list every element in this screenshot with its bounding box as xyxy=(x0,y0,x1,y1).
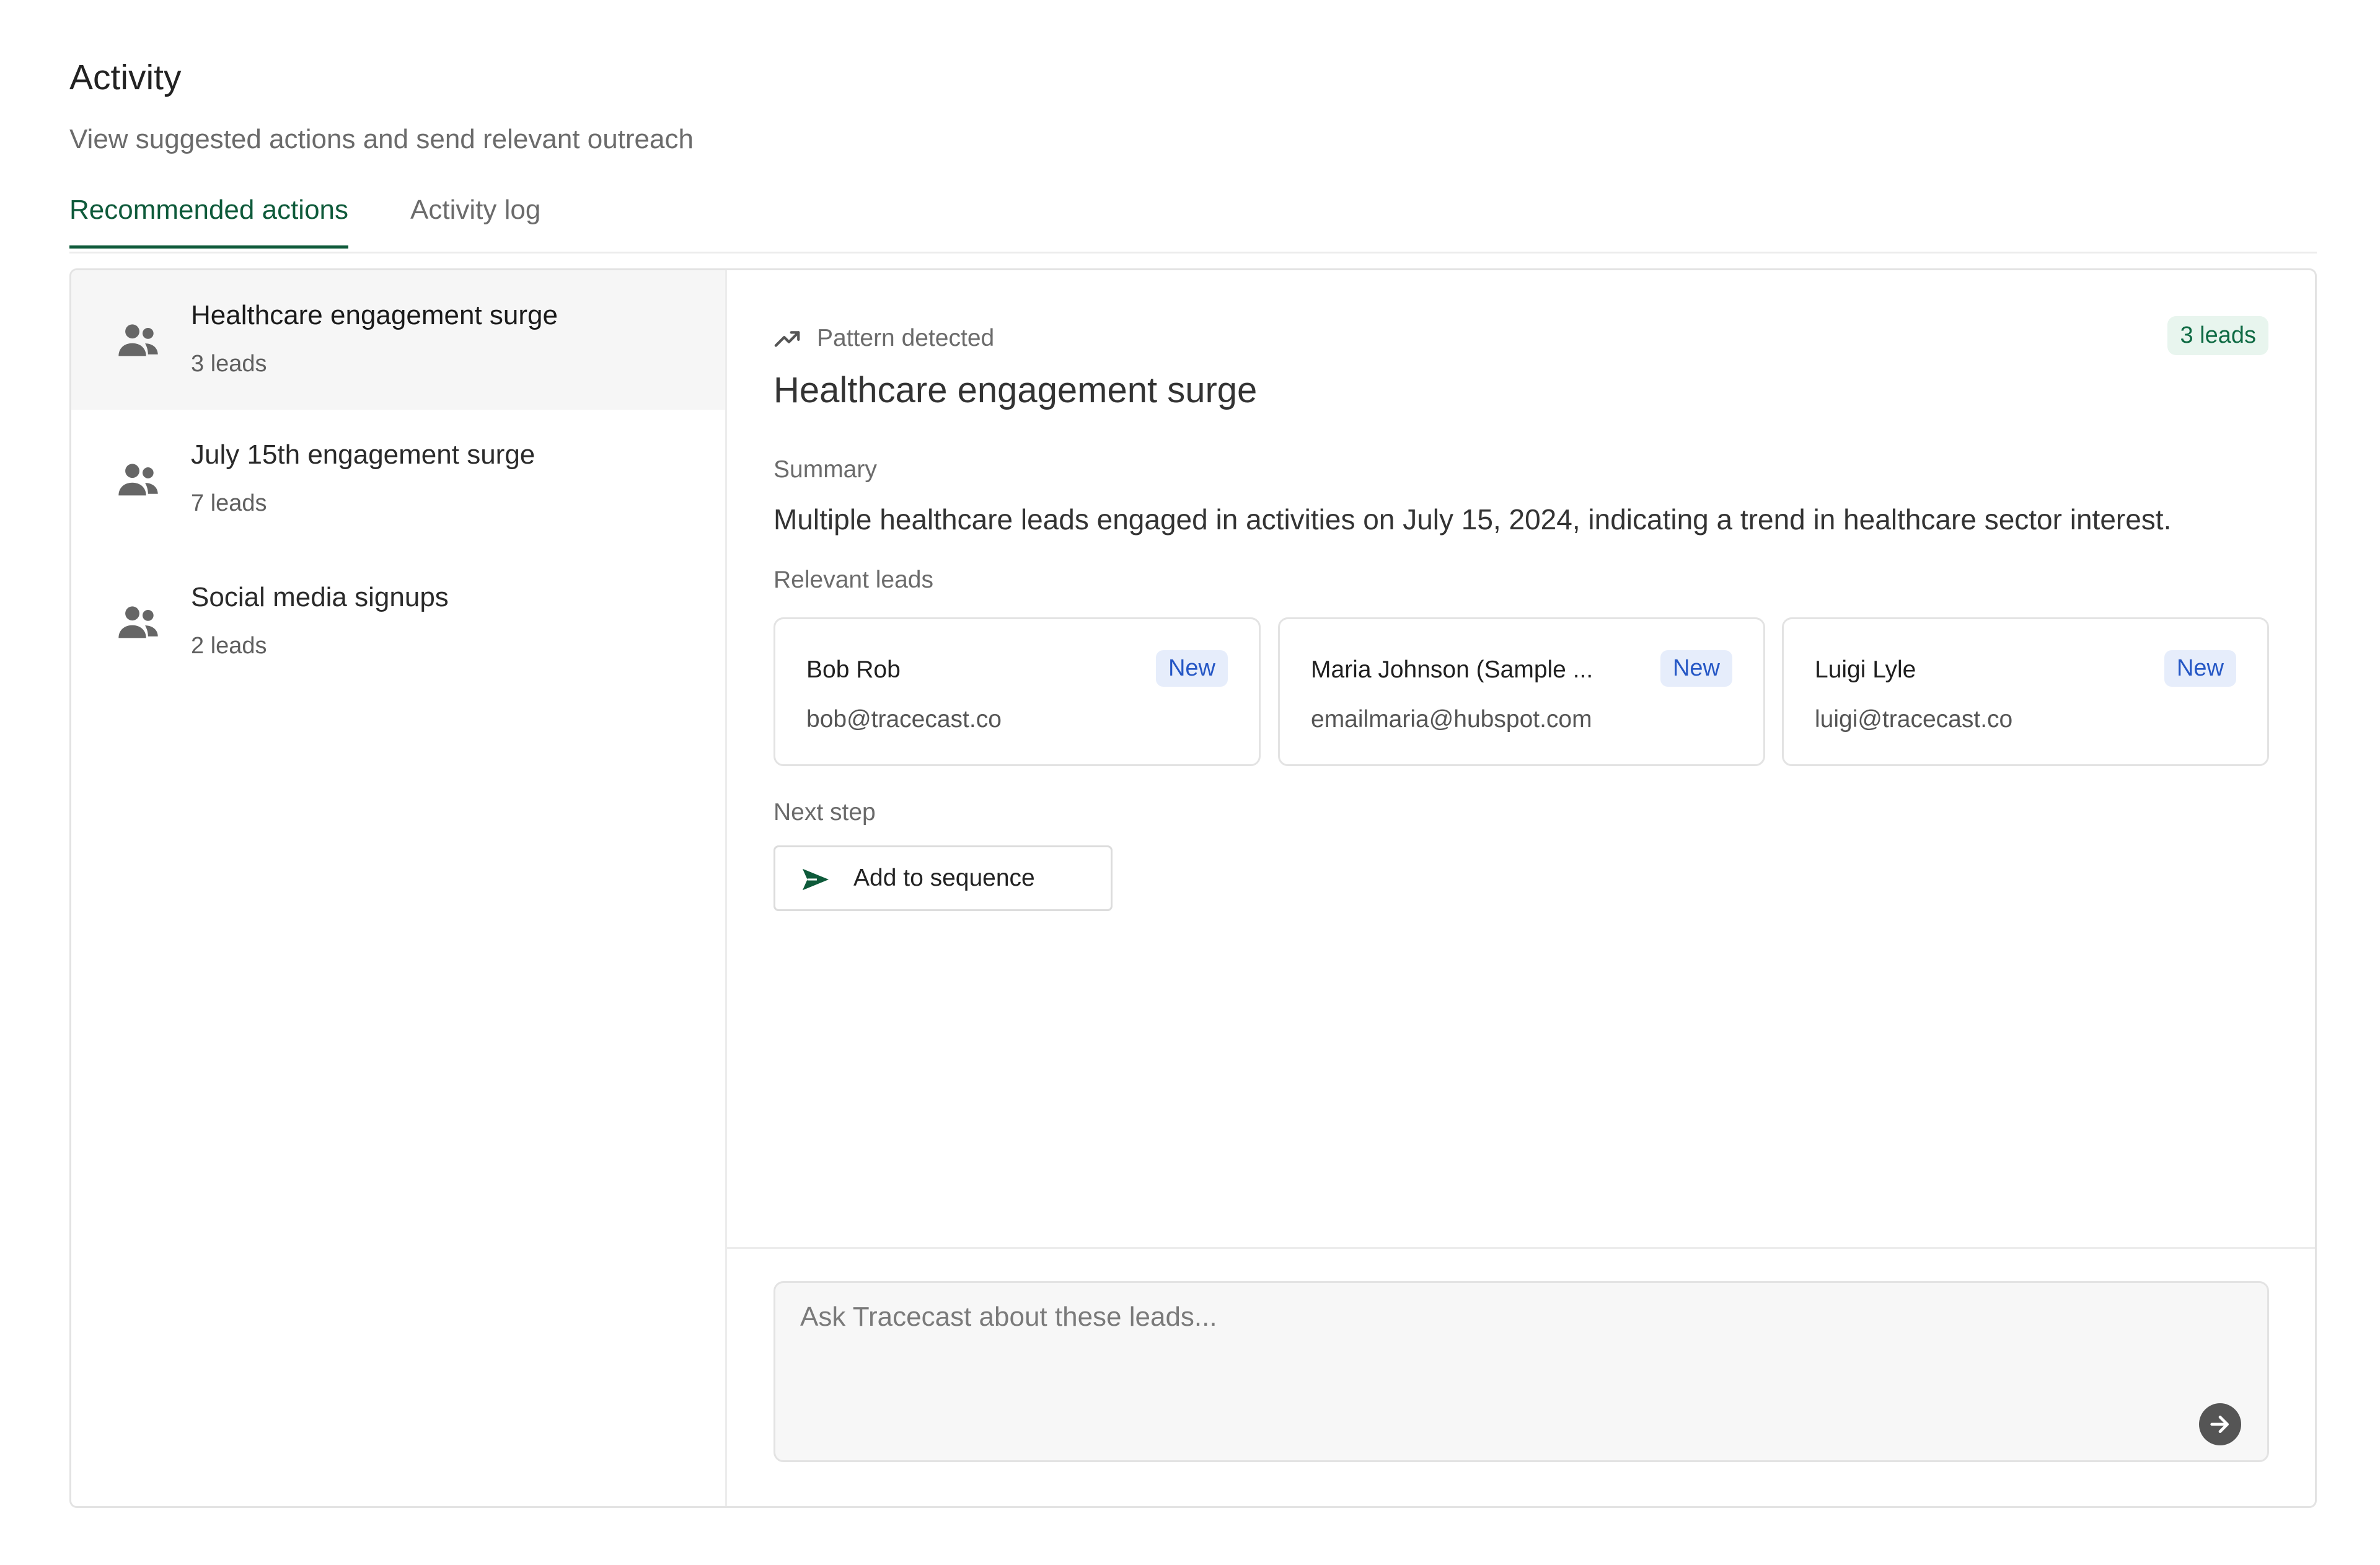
lead-name: Maria Johnson (Sample ... xyxy=(1311,656,1593,683)
status-badge: New xyxy=(1155,650,1228,687)
lead-count-badge: 3 leads xyxy=(2167,316,2268,355)
tab-recommended-actions[interactable]: Recommended actions xyxy=(69,195,349,249)
arrow-right-circle-icon xyxy=(2210,1416,2229,1433)
page-subtitle: View suggested actions and send relevant… xyxy=(69,124,694,154)
lead-email: luigi@tracecast.co xyxy=(1815,706,2013,733)
add-to-sequence-label: Add to sequence xyxy=(853,865,1035,891)
summary-text: Multiple healthcare leads engaged in act… xyxy=(774,503,2172,536)
group-item-healthcare[interactable]: Healthcare engagement surge 3 leads xyxy=(71,270,725,410)
group-title: July 15th engagement surge xyxy=(191,439,536,470)
detail-title: Healthcare engagement surge xyxy=(774,370,1258,410)
group-lead-count: 7 leads xyxy=(191,490,267,516)
status-badge: New xyxy=(1660,650,1732,687)
group-title: Healthcare engagement surge xyxy=(191,300,558,330)
group-lead-count: 2 leads xyxy=(191,633,267,659)
chat-area: Ask Tracecast about these leads... xyxy=(727,1247,2315,1506)
next-step-label: Next step xyxy=(774,799,876,826)
activity-page: Activity View suggested actions and send… xyxy=(0,0,2380,1565)
group-item-social-media[interactable]: Social media signups 2 leads xyxy=(71,552,725,692)
group-detail: Pattern detected 3 leads Healthcare enga… xyxy=(727,270,2315,1506)
lead-card[interactable]: Maria Johnson (Sample ... New emailmaria… xyxy=(1278,617,1765,766)
recommendations-panel: Healthcare engagement surge 3 leads July… xyxy=(69,268,2317,1508)
people-icon xyxy=(118,606,158,638)
pattern-row: Pattern detected xyxy=(774,320,994,357)
lead-name: Luigi Lyle xyxy=(1815,656,1916,683)
group-title: Social media signups xyxy=(191,582,449,612)
chat-input[interactable]: Ask Tracecast about these leads... xyxy=(774,1281,2269,1462)
lead-name: Bob Rob xyxy=(806,656,901,683)
trending-up-icon xyxy=(774,331,800,347)
people-icon xyxy=(118,464,158,496)
send-button[interactable] xyxy=(2199,1403,2241,1445)
people-icon xyxy=(118,324,158,356)
status-badge: New xyxy=(2164,650,2236,687)
tab-bar: Recommended actions Activity log xyxy=(69,186,2317,253)
tab-activity-log[interactable]: Activity log xyxy=(410,195,540,226)
groups-list: Healthcare engagement surge 3 leads July… xyxy=(71,270,727,1506)
chat-placeholder: Ask Tracecast about these leads... xyxy=(800,1302,1217,1332)
relevant-leads-label: Relevant leads xyxy=(774,566,933,593)
send-icon xyxy=(802,868,829,891)
add-to-sequence-button[interactable]: Add to sequence xyxy=(774,845,1113,911)
page-title: Activity xyxy=(69,58,182,97)
summary-label: Summary xyxy=(774,456,877,483)
group-lead-count: 3 leads xyxy=(191,351,267,377)
pattern-label: Pattern detected xyxy=(817,325,995,351)
lead-card[interactable]: Luigi Lyle New luigi@tracecast.co xyxy=(1782,617,2269,766)
lead-email: bob@tracecast.co xyxy=(806,706,1002,733)
group-item-july-15th[interactable]: July 15th engagement surge 7 leads xyxy=(71,410,725,549)
lead-email: emailmaria@hubspot.com xyxy=(1311,706,1592,733)
lead-card[interactable]: Bob Rob New bob@tracecast.co xyxy=(774,617,1261,766)
